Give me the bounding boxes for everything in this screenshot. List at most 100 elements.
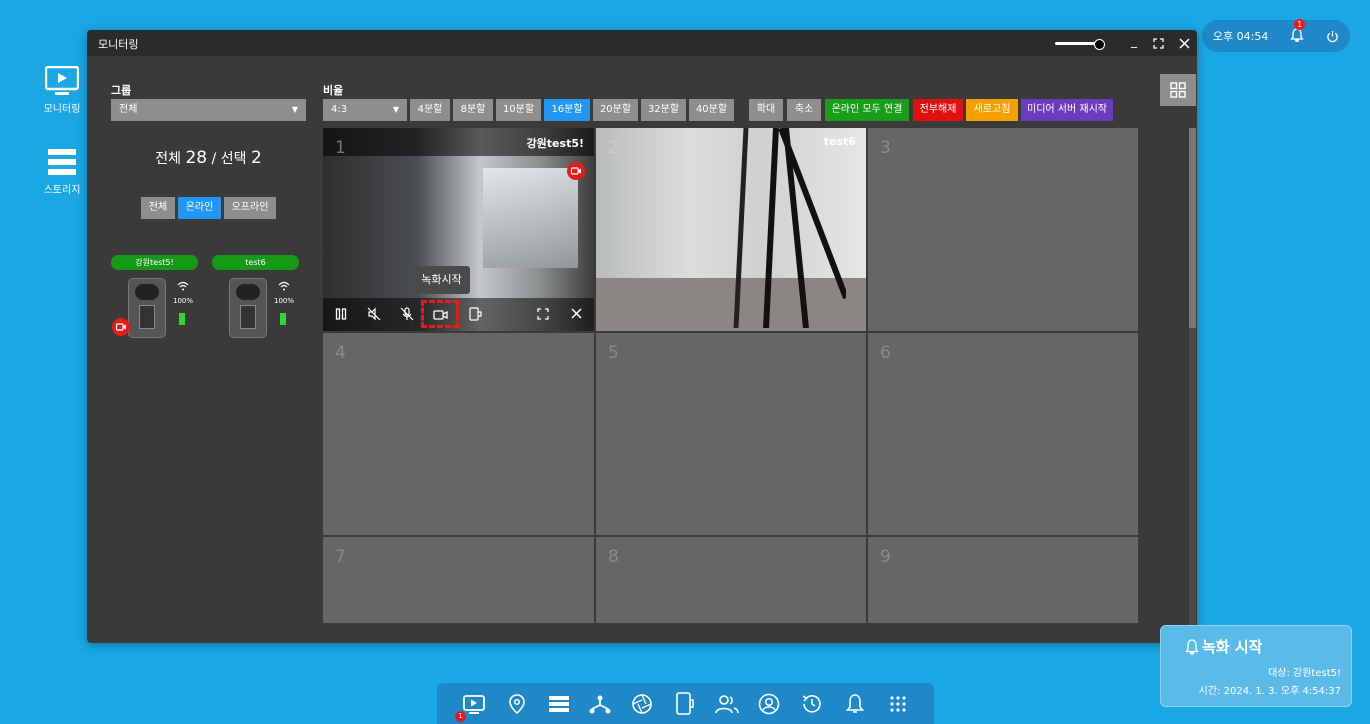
cell-number: 3	[880, 138, 891, 158]
fullscreen-icon[interactable]	[537, 308, 549, 320]
split-16-button[interactable]: 16분할	[544, 99, 590, 121]
count-selected: 2	[250, 148, 262, 168]
desktop-icon-storage[interactable]: 스토리지	[38, 147, 86, 196]
scrollbar-thumb[interactable]	[1189, 128, 1196, 328]
group-select-value: 전체	[119, 104, 138, 115]
power-icon[interactable]	[1326, 30, 1339, 43]
toast-title: 녹화 시작	[1202, 638, 1263, 656]
split-32-button[interactable]: 32분할	[641, 99, 686, 121]
taskbar: 1	[437, 683, 934, 724]
cell-number: 2	[608, 138, 619, 158]
notification-toast[interactable]: 녹화 시작 대상: 강원test5! 시간: 2024. 1. 3. 오후 4:…	[1160, 625, 1352, 707]
split-4-button[interactable]: 4분할	[410, 99, 450, 121]
volume-slider-handle[interactable]	[1094, 39, 1105, 50]
mobile-device-icon[interactable]	[675, 692, 695, 716]
video-cell-4[interactable]: 4	[323, 333, 594, 535]
video-camera-icon	[115, 323, 126, 331]
pause-icon[interactable]	[335, 308, 347, 320]
recording-indicator	[112, 318, 130, 336]
apps-grid-icon[interactable]	[889, 695, 907, 713]
aperture-icon[interactable]	[631, 693, 653, 715]
video-camera-icon	[433, 310, 448, 320]
connect-all-button[interactable]: 온라인 모두 연결	[825, 99, 909, 121]
history-icon[interactable]	[801, 693, 823, 715]
taskbar-badge: 1	[455, 711, 466, 722]
battery-text: 100%	[173, 297, 194, 305]
bell-icon[interactable]	[845, 693, 865, 715]
device-name-tag: 강원test5!	[111, 255, 198, 270]
bell-icon	[1290, 27, 1305, 42]
filter-all-button[interactable]: 전체	[141, 197, 175, 219]
video-cell-7[interactable]: 7	[323, 537, 594, 623]
cell-number: 1	[335, 138, 346, 158]
device-card[interactable]: test6 100%	[212, 255, 299, 339]
zoom-in-button[interactable]: 확대	[749, 99, 783, 121]
split-10-button[interactable]: 10분할	[496, 99, 541, 121]
minimize-icon[interactable]: _	[1131, 34, 1137, 48]
taskbar-monitoring[interactable]: 1	[455, 695, 485, 722]
desktop-icon-label: 스토리지	[43, 185, 81, 196]
recording-indicator	[567, 162, 585, 180]
account-icon[interactable]	[758, 693, 780, 715]
maximize-icon[interactable]	[1153, 38, 1164, 49]
bodycam-image	[229, 278, 267, 338]
count-prefix: 전체	[155, 151, 181, 167]
device-card[interactable]: 강원test5! 100%	[111, 255, 198, 339]
system-tray: 오후 04:54 1	[1202, 18, 1350, 52]
notification-button[interactable]: 1	[1290, 18, 1306, 45]
notification-badge: 1	[1294, 18, 1306, 30]
filter-online-button[interactable]: 온라인	[178, 197, 221, 219]
monitor-play-icon	[463, 695, 485, 714]
video-cell-6[interactable]: 6	[868, 333, 1138, 535]
video-cell-9[interactable]: 9	[868, 537, 1138, 623]
video-window-area	[483, 168, 578, 268]
group-label: 그룹	[111, 84, 132, 97]
map-pin-icon[interactable]	[508, 694, 526, 714]
cell-device-name: test6	[823, 135, 856, 148]
desktop-icon-monitoring[interactable]: 모니터링	[38, 66, 86, 115]
group-select[interactable]: 전체 ▼	[111, 99, 306, 121]
window-titlebar[interactable]: 모니터링 _	[87, 30, 1197, 56]
storage-icon	[48, 149, 76, 175]
bell-icon	[1185, 638, 1199, 655]
monitor-play-icon	[45, 66, 79, 95]
chevron-down-icon: ▼	[291, 105, 298, 114]
record-start-button[interactable]	[421, 300, 459, 328]
split-40-button[interactable]: 40분할	[689, 99, 734, 121]
cell-number: 5	[608, 343, 619, 363]
filter-offline-button[interactable]: 오프라인	[224, 197, 276, 219]
disconnect-all-button[interactable]: 전부해제	[913, 99, 963, 121]
split-8-button[interactable]: 8분할	[453, 99, 493, 121]
zoom-out-button[interactable]: 축소	[787, 99, 821, 121]
device-switch-icon[interactable]	[468, 307, 482, 321]
cell-number: 8	[608, 547, 619, 567]
video-cell-8[interactable]: 8	[596, 537, 866, 623]
ratio-select[interactable]: 4:3 ▼	[323, 99, 407, 121]
refresh-button[interactable]: 새로고침	[966, 99, 1018, 121]
video-cell-5[interactable]: 5	[596, 333, 866, 535]
battery-icon	[280, 311, 286, 325]
restart-media-server-button[interactable]: 미디어 서버 재시작	[1021, 99, 1113, 121]
volume-slider-track[interactable]	[1055, 42, 1099, 45]
cell-device-name: 강원test5!	[526, 137, 584, 150]
monitoring-window: 모니터링 _ 그룹 전체 ▼ 전체 28 / 선택 2 전체 온라인 오프라인 …	[87, 30, 1197, 643]
storage-icon[interactable]	[548, 695, 570, 713]
window-title: 모니터링	[98, 38, 139, 51]
count-separator: / 선택	[211, 151, 247, 167]
mic-mute-icon[interactable]	[400, 307, 414, 321]
layout-toggle-button[interactable]	[1160, 74, 1196, 106]
network-icon[interactable]	[589, 694, 611, 714]
speaker-mute-icon[interactable]	[367, 307, 381, 321]
video-cell-2[interactable]: 2 test6	[596, 128, 866, 331]
toast-time: 시간: 2024. 1. 3. 오후 4:54:37	[1198, 686, 1341, 697]
video-cell-3[interactable]: 3	[868, 128, 1138, 331]
battery-text: 100%	[274, 297, 295, 305]
close-icon[interactable]	[1179, 38, 1190, 49]
video-camera-icon	[570, 167, 581, 175]
toast-title-row: 녹화 시작	[1185, 636, 1262, 657]
users-icon[interactable]	[715, 694, 739, 714]
chevron-down-icon: ▼	[392, 105, 399, 114]
ratio-label: 비율	[323, 84, 344, 97]
close-video-icon[interactable]	[571, 308, 582, 319]
split-20-button[interactable]: 20분할	[593, 99, 638, 121]
